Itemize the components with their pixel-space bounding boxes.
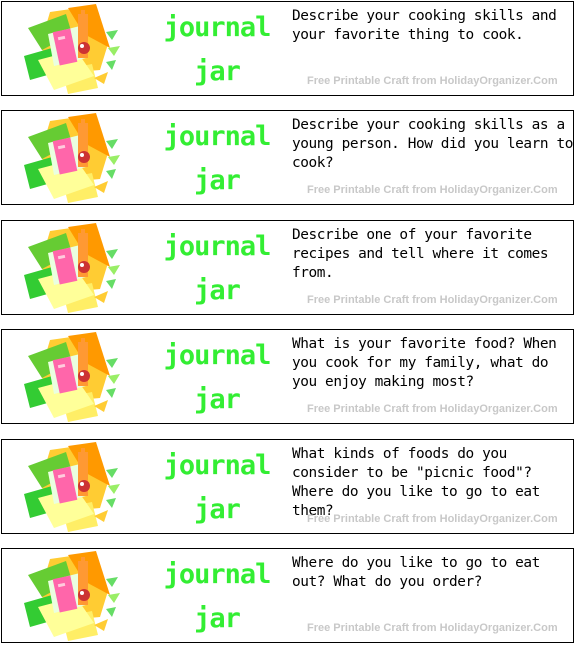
journal-jar-card: journal jar Describe your cooking skills a… [1,1,574,96]
title-line-2: jar [194,56,241,87]
credit-line: Free Printable Craft from HolidayOrganiz… [307,622,558,634]
title-line-1: journal [163,231,272,262]
title-line-2: jar [194,603,241,634]
title-line-2: jar [194,275,241,306]
card-title: journal jar [152,6,282,94]
journal-jar-card: journal jar Describe one of your favorite … [1,220,574,315]
credit-line: Free Printable Craft from HolidayOrganiz… [307,294,558,306]
credit-line: Free Printable Craft from HolidayOrganiz… [307,403,558,415]
journal-jar-card: journal jar Describe your cooking skills a… [1,110,574,205]
journal-prompt: Describe one of your favorite recipes an… [292,227,549,281]
title-line-1: journal [163,12,272,43]
cooking-clipart-icon [22,113,122,203]
cooking-clipart-icon [22,4,122,94]
cooking-clipart-icon [22,551,122,641]
card-title: journal jar [152,444,282,532]
journal-prompt: What is your favorite food? When you coo… [292,336,557,390]
title-line-2: jar [194,165,241,196]
card-title: journal jar [152,115,282,203]
credit-line: Free Printable Craft from HolidayOrganiz… [307,184,558,196]
journal-prompt: Describe your cooking skills as a young … [292,117,573,171]
card-title: journal jar [152,225,282,313]
title-line-1: journal [163,121,272,152]
credit-line: Free Printable Craft from HolidayOrganiz… [307,75,558,87]
cooking-clipart-icon [22,223,122,313]
credit-line: Free Printable Craft from HolidayOrganiz… [307,513,558,525]
journal-prompt: Where do you like to go to eat out? What… [292,555,540,590]
journal-jar-card: journal jar What kinds of foods do you con… [1,439,574,534]
title-line-2: jar [194,494,241,525]
journal-prompt: Describe your cooking skills and your fa… [292,8,557,43]
title-line-1: journal [163,559,272,590]
journal-prompt: What kinds of foods do you consider to b… [292,446,540,519]
cooking-clipart-icon [22,332,122,422]
journal-jar-card: journal jar Where do you like to go to eat… [1,548,574,643]
title-line-1: journal [163,450,272,481]
journal-jar-card: journal jar What is your favorite food? Wh… [1,329,574,424]
title-line-1: journal [163,340,272,371]
card-title: journal jar [152,334,282,422]
card-title: journal jar [152,553,282,641]
cooking-clipart-icon [22,442,122,532]
title-line-2: jar [194,384,241,415]
